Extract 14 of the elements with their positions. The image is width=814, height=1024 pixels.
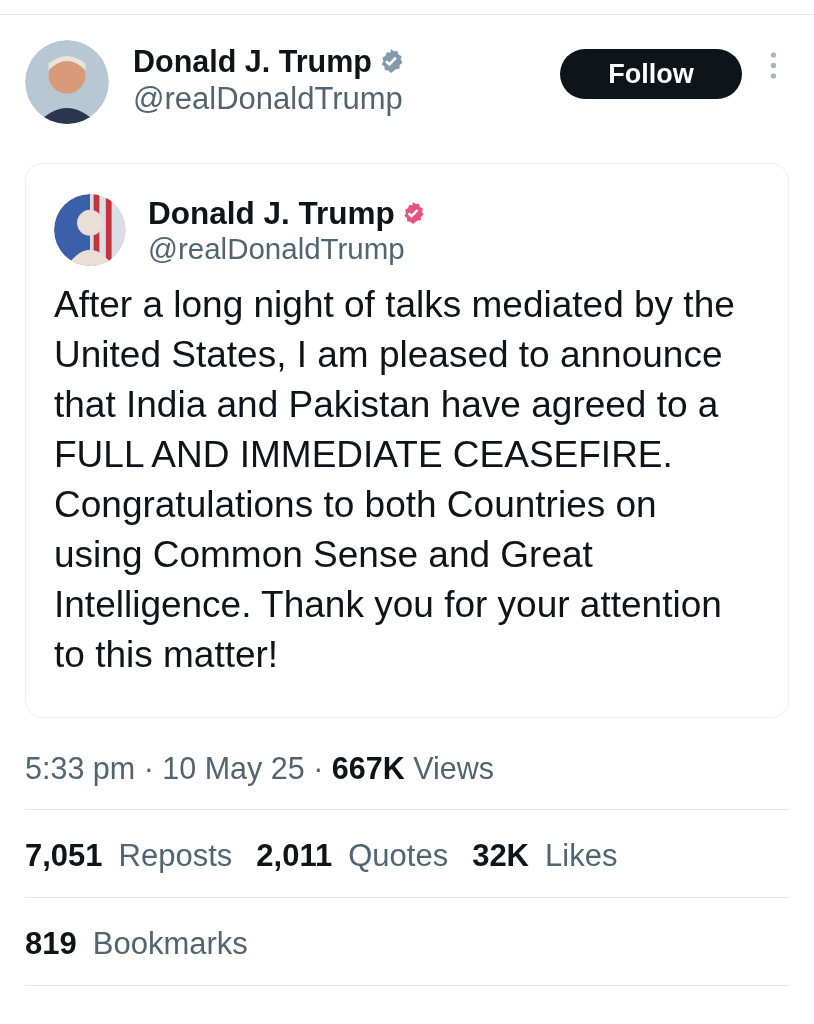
post-meta: 5:33 pm · 10 May 25 · 667K Views — [25, 750, 496, 786]
author-name[interactable]: Donald J. Trump — [148, 194, 395, 232]
engagement-stat[interactable]: 7,051 Reposts — [25, 838, 233, 874]
author-handle[interactable]: @realDonaldTrump — [133, 80, 404, 118]
avatar[interactable] — [25, 40, 109, 124]
avatar[interactable] — [54, 194, 126, 266]
engagement-stat[interactable]: 2,011 Quotes — [256, 838, 449, 874]
author-handle[interactable]: @realDonaldTrump — [148, 232, 425, 266]
engagement-stat[interactable]: 32K Likes — [472, 838, 618, 874]
bookmarks-stat[interactable]: 819 Bookmarks — [25, 926, 248, 962]
post-text: After a long night of talks mediated by the United States, I am pleased to announce that India and Pakistan have agreed to a FULL AND IMMEDIATE CEASEFIRE. Congratulations to both Countries on using Common Sense and Great Intelligence. Thank you for your attention to this matter! — [54, 283, 736, 677]
follow-button[interactable]: Follow — [560, 49, 742, 99]
author-name[interactable]: Donald J. Trump — [133, 42, 372, 80]
quoted-post-card[interactable] — [25, 163, 789, 718]
